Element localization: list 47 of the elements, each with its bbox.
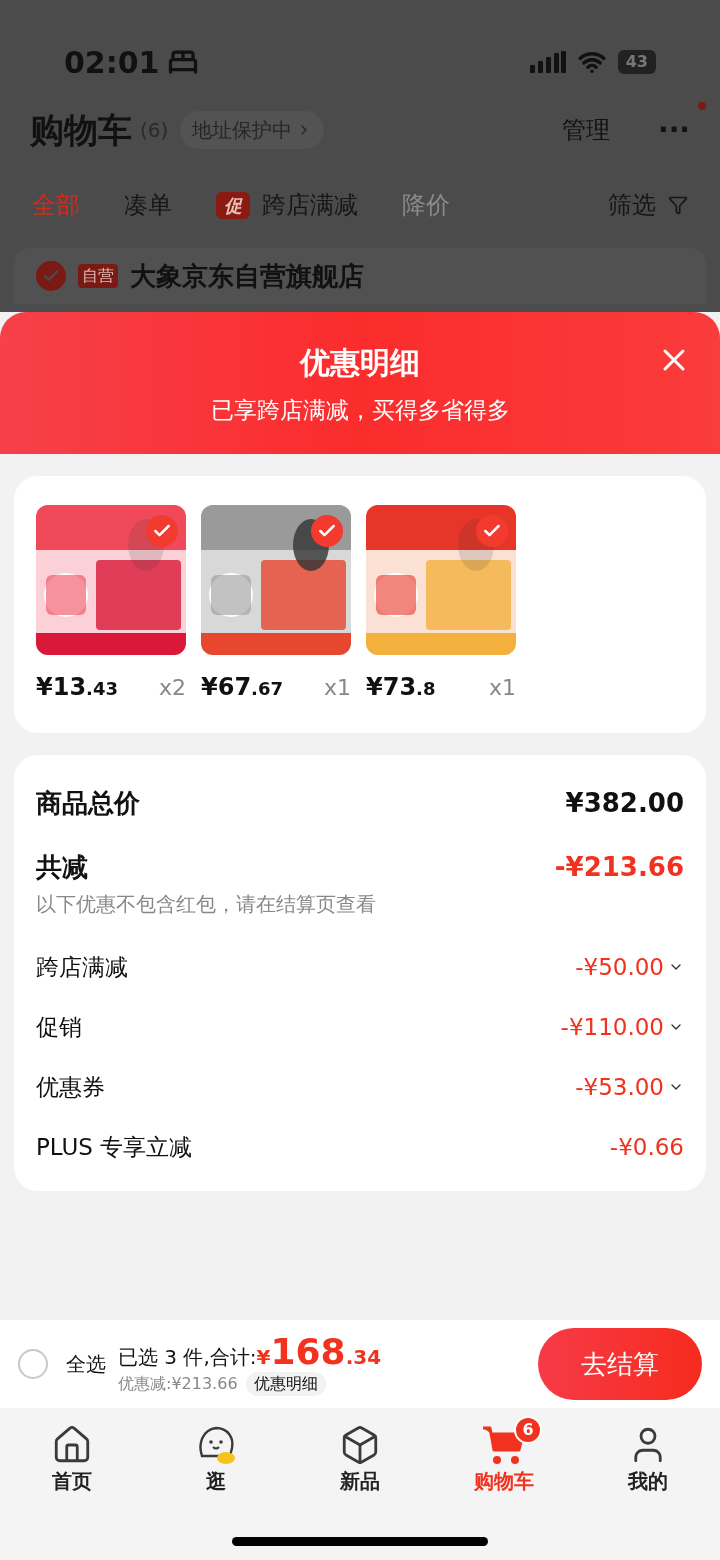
tab-bar-item[interactable]: 首页 — [22, 1420, 122, 1496]
filter-tab[interactable]: 降价 — [402, 187, 450, 223]
tab-bar-item[interactable]: 我的 — [598, 1420, 698, 1496]
clock: 02:01 — [64, 43, 160, 82]
summary-note: 以下优惠不包含红包，请在结算页查看 — [36, 891, 377, 918]
cart-badge: 6 — [514, 1416, 542, 1444]
discount-label: 优惠券 — [36, 1072, 105, 1102]
page-title: 购物车 — [30, 108, 132, 152]
store-name[interactable]: 大象京东自营旗舰店 — [130, 261, 364, 291]
battery-level: 43 — [617, 50, 656, 74]
product-price: ¥67.67 — [201, 672, 283, 703]
discount-value: -¥110.00 — [560, 1012, 664, 1042]
quantity: x1 — [323, 674, 351, 702]
discount-label: 跨店满减 — [36, 952, 128, 982]
filter-tab[interactable]: 全部 — [32, 187, 80, 223]
summary-label: 共减 — [36, 850, 88, 884]
discount-label: 促销 — [36, 1012, 82, 1042]
quantity: x1 — [488, 674, 516, 702]
tab-bar-item[interactable]: 新品 — [310, 1420, 410, 1496]
total-price: ¥168.34 — [256, 1332, 382, 1372]
discount-value: -¥0.66 — [609, 1132, 684, 1162]
checkout-button[interactable]: 去结算 — [538, 1328, 702, 1400]
selected-summary: 已选 3 件,合计: — [118, 1344, 257, 1371]
tab-bar-item[interactable]: 逛 — [166, 1420, 266, 1496]
promo-tag: 促 — [216, 191, 250, 219]
discount-total: 优惠减:¥213.66 — [118, 1373, 238, 1395]
summary-value: -¥213.66 — [554, 850, 684, 884]
signal-icon — [529, 51, 566, 73]
select-all-label[interactable]: 全选 — [66, 1349, 106, 1379]
self-operated-tag: 自营 — [78, 264, 118, 288]
product-price: ¥73.8 — [366, 672, 436, 703]
summary-label: 商品总价 — [36, 786, 140, 820]
product-price: ¥13.43 — [36, 672, 118, 703]
sheet-title: 优惠明细 — [300, 344, 420, 382]
sheet-subtitle: 已享跨店满减，买得多省得多 — [210, 396, 510, 425]
summary-value: ¥382.00 — [565, 786, 684, 820]
select-all-checkbox[interactable] — [18, 1349, 48, 1379]
discount-value: -¥50.00 — [575, 952, 664, 982]
manage-link[interactable]: 管理 — [562, 112, 611, 148]
filter-icon — [668, 195, 688, 215]
bed-icon — [167, 47, 198, 77]
discount-value: -¥53.00 — [575, 1072, 664, 1102]
quantity: x2 — [158, 674, 186, 702]
discount-detail-button[interactable]: 优惠明细 — [245, 1372, 326, 1396]
discount-label: PLUS 专享立减 — [36, 1132, 193, 1162]
more-menu[interactable]: ··· — [658, 109, 690, 151]
check-icon — [36, 261, 66, 291]
